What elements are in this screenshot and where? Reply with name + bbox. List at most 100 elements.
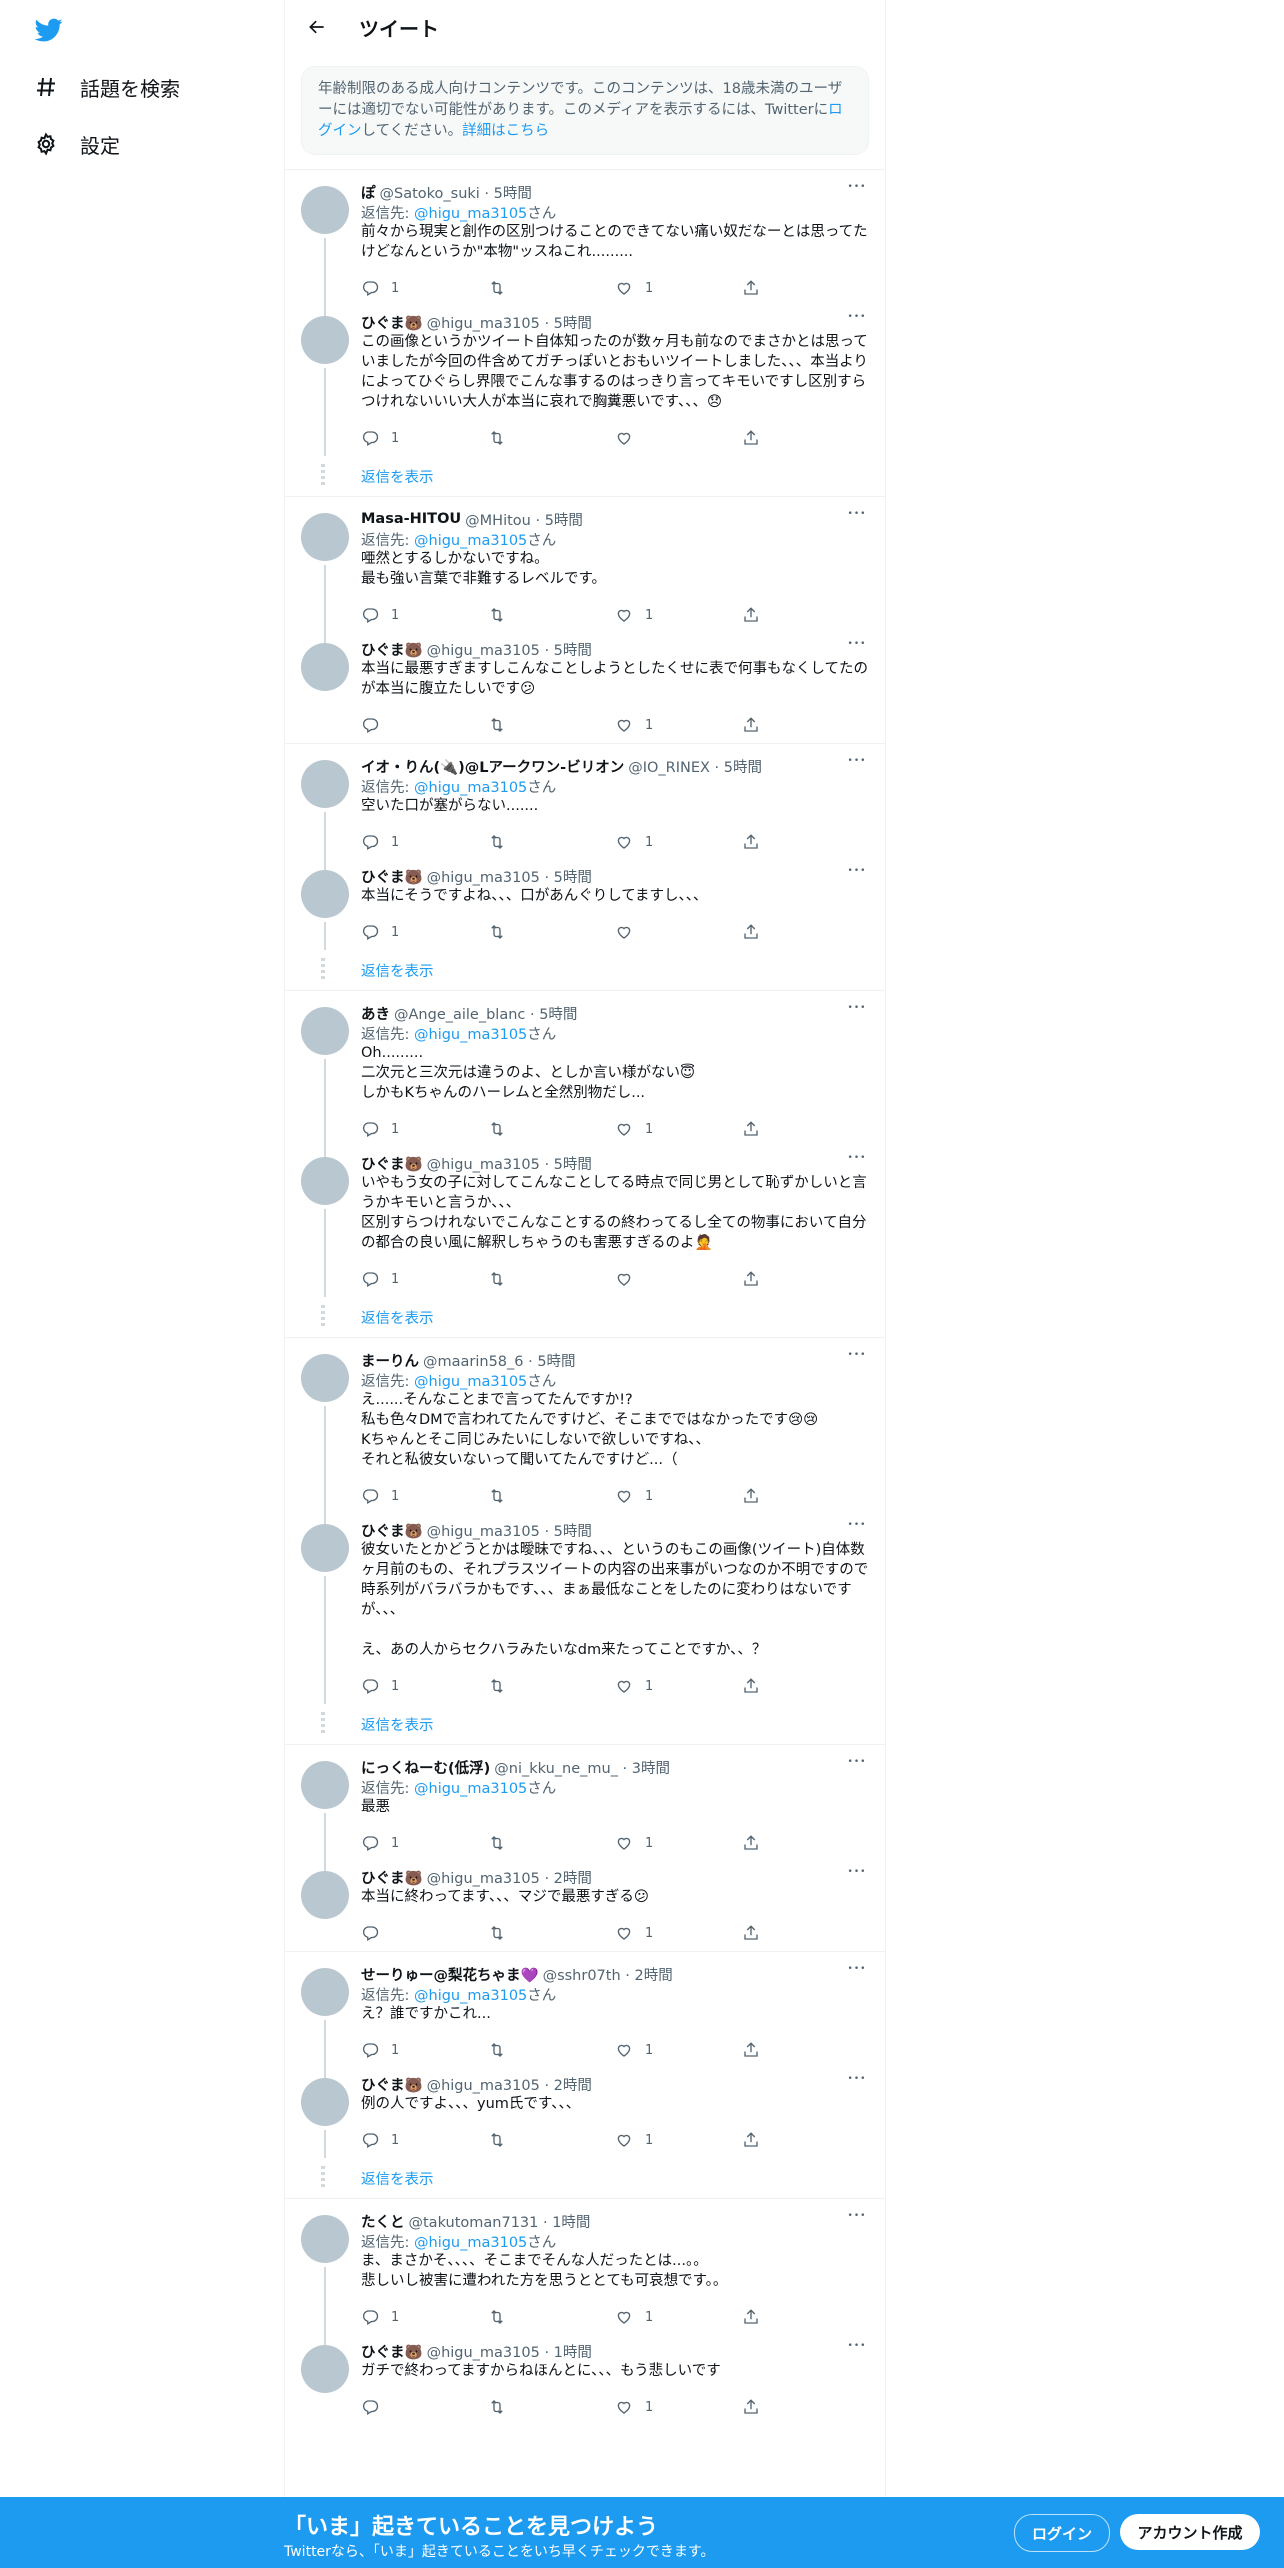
show-replies-row[interactable]: 返信を表示 [285, 1297, 885, 1337]
share-button[interactable] [742, 606, 869, 624]
tweet[interactable]: ••• ひぐま🐻 @higu_ma3105 · 5時間 いやもう女の子に対してこんなこ… [285, 1147, 885, 1297]
retweet-button[interactable] [488, 1834, 615, 1852]
more-options-icon[interactable]: ••• [845, 2074, 869, 2094]
tweet[interactable]: ••• ひぐま🐻 @higu_ma3105 · 5時間 この画像というかツイート自体知… [285, 306, 885, 456]
retweet-button[interactable] [488, 606, 615, 624]
more-options-icon[interactable]: ••• [845, 312, 869, 332]
tweet[interactable]: ••• イオ・りん(🔌)@Lアークワン-ビリオン @IO_RINEX · 5時間 返信… [285, 750, 885, 870]
avatar[interactable] [301, 2215, 349, 2263]
more-options-icon[interactable]: ••• [845, 866, 869, 886]
author-handle-time[interactable]: @ni_kku_ne_mu_ · 3時間 [494, 1757, 670, 1777]
share-button[interactable] [742, 716, 869, 734]
notice-details-link[interactable]: 詳細はこちら [462, 123, 549, 139]
avatar[interactable] [301, 1157, 349, 1205]
author-handle-time[interactable]: @higu_ma3105 · 5時間 [427, 312, 592, 332]
author-name[interactable]: ひぐま🐻 [361, 1153, 423, 1173]
author-handle-time[interactable]: @higu_ma3105 · 5時間 [427, 639, 592, 659]
author-handle-time[interactable]: @maarin58_6 · 5時間 [423, 1350, 576, 1370]
like-button[interactable]: 1 [615, 833, 742, 851]
more-options-icon[interactable]: ••• [845, 1520, 869, 1540]
retweet-button[interactable] [488, 923, 615, 941]
reply-button[interactable]: 1 [361, 2308, 488, 2326]
like-button[interactable]: 1 [615, 1487, 742, 1505]
author-handle-time[interactable]: @higu_ma3105 · 1時間 [427, 2341, 592, 2361]
share-button[interactable] [742, 833, 869, 851]
author-name[interactable]: ひぐま🐻 [361, 866, 423, 886]
reply-button[interactable]: 1 [361, 1120, 488, 1138]
reply-button[interactable]: 1 [361, 833, 488, 851]
retweet-button[interactable] [488, 1120, 615, 1138]
avatar[interactable] [301, 643, 349, 691]
more-options-icon[interactable]: ••• [845, 2211, 869, 2231]
avatar[interactable] [301, 760, 349, 808]
replying-to-handle[interactable]: @higu_ma3105 [414, 1988, 527, 2004]
author-handle-time[interactable]: @IO_RINEX · 5時間 [628, 756, 762, 776]
retweet-button[interactable] [488, 2308, 615, 2326]
reply-button[interactable]: 1 [361, 1270, 488, 1288]
retweet-button[interactable] [488, 279, 615, 297]
share-button[interactable] [742, 1834, 869, 1852]
retweet-button[interactable] [488, 2131, 615, 2149]
author-name[interactable]: ひぐま🐻 [361, 1867, 423, 1887]
more-options-icon[interactable]: ••• [845, 639, 869, 659]
retweet-button[interactable] [488, 1677, 615, 1695]
reply-button[interactable]: 1 [361, 2041, 488, 2059]
show-replies-link[interactable]: 返信を表示 [361, 2168, 434, 2189]
tweet[interactable]: ••• ひぐま🐻 @higu_ma3105 · 1時間 ガチで終わってますからねほんと… [285, 2335, 885, 2425]
author-name[interactable]: イオ・りん(🔌)@Lアークワン-ビリオン [361, 756, 624, 776]
avatar[interactable] [301, 186, 349, 234]
tweet[interactable]: ••• せーりゅー@梨花ちゃま💜 @sshr07th · 2時間 返信先: @higu… [285, 1958, 885, 2078]
author-handle-time[interactable]: @Ange_aile_blanc · 5時間 [394, 1003, 577, 1023]
retweet-button[interactable] [488, 1487, 615, 1505]
share-button[interactable] [742, 923, 869, 941]
tweet[interactable]: ••• にっくねーむ(低浮) @ni_kku_ne_mu_ · 3時間 返信先: @h… [285, 1751, 885, 1871]
more-options-icon[interactable]: ••• [845, 1757, 869, 1777]
show-replies-row[interactable]: 返信を表示 [285, 2158, 885, 2198]
like-button[interactable]: 1 [615, 716, 742, 734]
share-button[interactable] [742, 279, 869, 297]
nav-explore[interactable]: 話題を検索 [32, 67, 180, 107]
retweet-button[interactable] [488, 1270, 615, 1288]
tweet[interactable]: ••• ひぐま🐻 @higu_ma3105 · 2時間 本当に終わってます、、、マジで… [285, 1861, 885, 1951]
share-button[interactable] [742, 429, 869, 447]
avatar[interactable] [301, 513, 349, 561]
author-name[interactable]: たくと [361, 2211, 405, 2231]
reply-button[interactable]: 1 [361, 923, 488, 941]
tweet[interactable]: ••• たくと @takutoman7131 · 1時間 返信先: @higu_ma3… [285, 2205, 885, 2345]
tweet[interactable]: ••• あき @Ange_aile_blanc · 5時間 返信先: @higu_ma… [285, 997, 885, 1157]
avatar[interactable] [301, 1354, 349, 1402]
back-arrow-icon[interactable] [297, 7, 337, 47]
show-replies-row[interactable]: 返信を表示 [285, 1704, 885, 1744]
share-button[interactable] [742, 1270, 869, 1288]
author-handle-time[interactable]: @higu_ma3105 · 2時間 [427, 1867, 592, 1887]
reply-button[interactable]: 1 [361, 1677, 488, 1695]
show-replies-row[interactable]: 返信を表示 [285, 950, 885, 990]
like-button[interactable]: 1 [615, 2398, 742, 2416]
reply-button[interactable]: 1 [361, 429, 488, 447]
share-button[interactable] [742, 2308, 869, 2326]
show-replies-link[interactable]: 返信を表示 [361, 466, 434, 487]
show-replies-link[interactable]: 返信を表示 [361, 1307, 434, 1328]
avatar[interactable] [301, 2078, 349, 2126]
share-button[interactable] [742, 2041, 869, 2059]
like-button[interactable]: 1 [615, 2131, 742, 2149]
avatar[interactable] [301, 2345, 349, 2393]
author-handle-time[interactable]: @higu_ma3105 · 5時間 [427, 866, 592, 886]
retweet-button[interactable] [488, 2398, 615, 2416]
replying-to-handle[interactable]: @higu_ma3105 [414, 206, 527, 222]
avatar[interactable] [301, 1761, 349, 1809]
reply-button[interactable]: 1 [361, 606, 488, 624]
like-button[interactable] [615, 1270, 742, 1288]
show-replies-row[interactable]: 返信を表示 [285, 456, 885, 496]
author-name[interactable]: ひぐま🐻 [361, 639, 423, 659]
retweet-button[interactable] [488, 716, 615, 734]
tweet[interactable]: ••• ひぐま🐻 @higu_ma3105 · 5時間 彼女いたとかどうとかは曖昧です… [285, 1514, 885, 1704]
show-replies-link[interactable]: 返信を表示 [361, 960, 434, 981]
show-replies-link[interactable]: 返信を表示 [361, 1714, 434, 1735]
like-button[interactable]: 1 [615, 2308, 742, 2326]
retweet-button[interactable] [488, 2041, 615, 2059]
author-handle-time[interactable]: @Satoko_suki · 5時間 [380, 182, 532, 202]
reply-button[interactable]: 1 [361, 279, 488, 297]
like-button[interactable]: 1 [615, 1677, 742, 1695]
tweet[interactable]: ••• ひぐま🐻 @higu_ma3105 · 5時間 本当にそうですよね、、、口があ… [285, 860, 885, 950]
